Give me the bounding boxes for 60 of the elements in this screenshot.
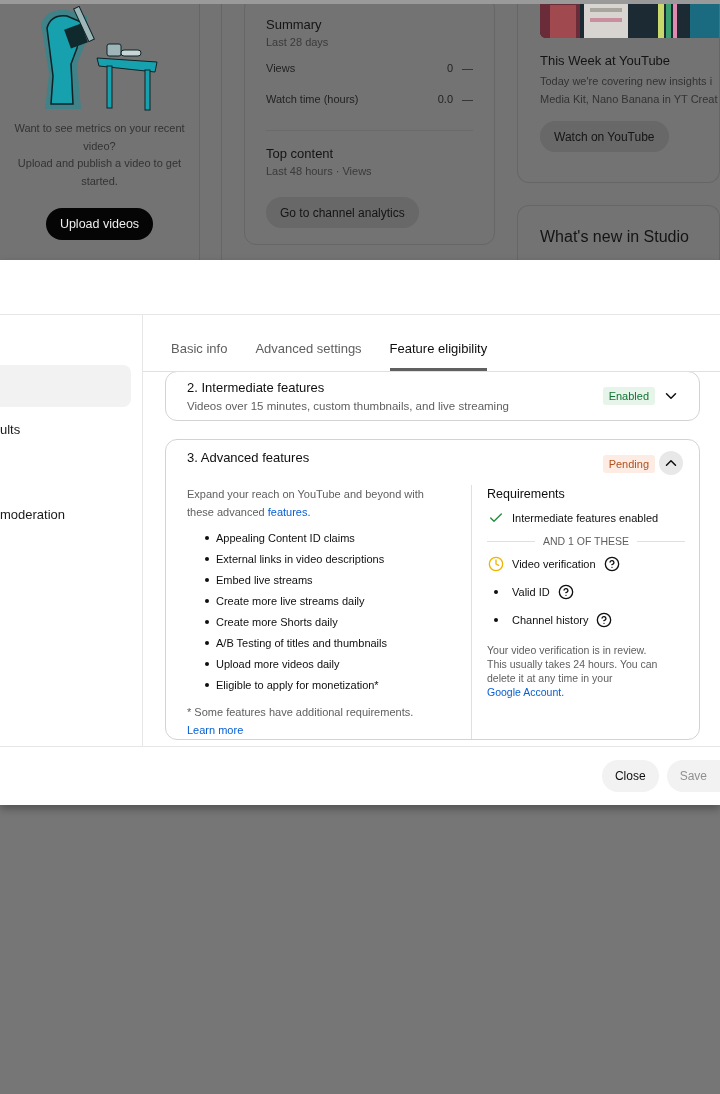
requirement-label: Video verification xyxy=(512,558,596,570)
status-badge: Enabled xyxy=(602,387,655,405)
feature-item: Create more live streams daily xyxy=(216,595,365,607)
upload-videos-button[interactable]: Upload videos xyxy=(45,208,154,240)
feature-item: Upload more videos daily xyxy=(216,658,340,670)
whats-new-title: What's new in Studio xyxy=(540,228,690,246)
top-content-title: Top content xyxy=(266,146,335,161)
empty-message: Want to see metrics on your recent video? xyxy=(13,121,186,154)
close-button[interactable]: Close xyxy=(601,760,659,792)
learn-more-link[interactable]: Learn more xyxy=(187,724,244,736)
top-content-period: Last 48 hours · Views xyxy=(266,165,373,177)
bullet-icon xyxy=(493,618,498,622)
intro-text: Expand your reach on YouTube and beyond with these advanced features. xyxy=(187,487,425,520)
feature-subtitle: Videos over 15 minutes, custom thumbnails, and live streaming xyxy=(187,400,510,412)
help-icon[interactable] xyxy=(557,584,574,600)
metric-label: Views xyxy=(266,62,296,74)
feature-item: Appealing Content ID claims xyxy=(216,532,355,544)
feature-item: Eligible to apply for monetization* xyxy=(216,679,379,691)
feature-item: Embed live streams xyxy=(216,574,313,586)
sidebar-item[interactable]: ults xyxy=(0,408,131,450)
requirement-label: Valid ID xyxy=(512,586,550,598)
help-icon[interactable] xyxy=(596,612,613,628)
feature-item: A/B Testing of titles and thumbnails xyxy=(216,637,387,649)
clock-icon xyxy=(487,556,504,572)
bullet-icon xyxy=(205,599,209,603)
review-note: Your video verification is in review. This usually takes 24 hours. You can delete it at any time in your Google Account. xyxy=(487,643,659,699)
bullet-icon xyxy=(493,590,498,594)
tab[interactable]: Basic info xyxy=(171,341,228,371)
metric-value: 0 xyxy=(446,62,453,74)
bullet-icon xyxy=(205,662,209,666)
bullet-icon xyxy=(205,557,209,561)
summary-title: Summary xyxy=(266,17,323,32)
tab[interactable]: Feature eligibility xyxy=(389,341,488,371)
upload-hint: Upload and publish a video to get started. xyxy=(16,156,183,189)
tab[interactable]: Advanced settings xyxy=(255,341,362,371)
divider-label: AND 1 OF THESE xyxy=(542,535,630,547)
feature-title: 2. Intermediate features xyxy=(187,380,326,395)
sidebar-item[interactable]: moderation xyxy=(0,493,131,535)
feature-title: 3. Advanced features xyxy=(187,450,311,465)
collapse-button[interactable] xyxy=(659,451,683,475)
footnote: * Some features have additional requirements. Learn more xyxy=(187,705,415,738)
feature-item: Create more Shorts daily xyxy=(216,616,338,628)
requirement-label: Channel history xyxy=(512,614,589,626)
google-account-link[interactable]: Google Account. xyxy=(487,686,565,698)
bullet-icon xyxy=(205,536,209,540)
feature-item: External links in video descriptions xyxy=(216,553,385,565)
bullet-icon xyxy=(205,578,209,582)
metric-value: 0.0 xyxy=(437,93,453,105)
features-link[interactable]: features. xyxy=(267,506,311,518)
requirement-label: Intermediate features enabled xyxy=(512,512,659,524)
bullet-icon xyxy=(205,683,209,687)
help-icon[interactable] xyxy=(603,556,620,572)
status-badge: Pending xyxy=(602,455,655,473)
metric-label: Watch time (hours) xyxy=(266,93,359,105)
bullet-icon xyxy=(205,641,209,645)
metric-trend: — xyxy=(462,62,473,74)
metric-trend: — xyxy=(462,93,473,105)
news-title: This Week at YouTube xyxy=(540,53,672,68)
requirements-title: Requirements xyxy=(487,487,566,501)
bullet-icon xyxy=(205,620,209,624)
